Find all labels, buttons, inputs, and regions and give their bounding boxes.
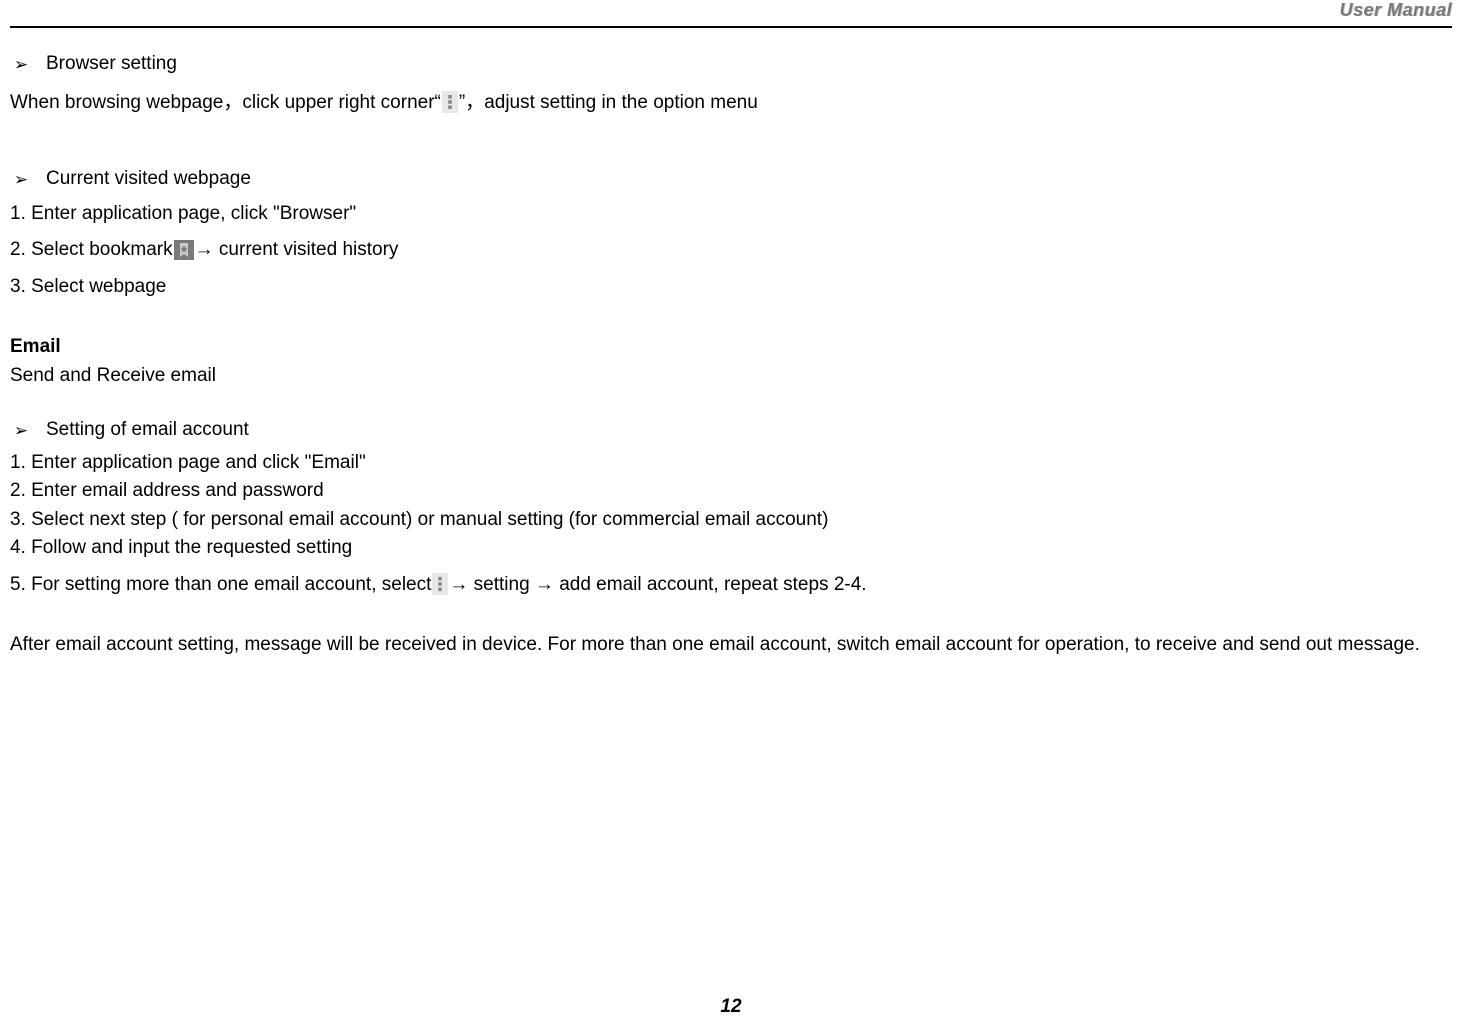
bookmark-star-icon bbox=[174, 236, 194, 265]
bullet-current-visited: ➢ Current visited webpage bbox=[10, 165, 1452, 194]
email-step-4: 4. Follow and input the requested settin… bbox=[10, 534, 1452, 563]
email-subtitle: Send and Receive email bbox=[10, 362, 1452, 391]
browser-setting-instruction: When browsing webpage，click upper right … bbox=[10, 89, 1452, 118]
chevron-right-icon: ➢ bbox=[12, 52, 30, 78]
bullet-text: Setting of email account bbox=[46, 416, 249, 445]
text-before: When browsing webpage，click upper right … bbox=[10, 89, 441, 118]
current-step-3: 3. Select webpage bbox=[10, 273, 1452, 302]
document-content: ➢ Browser setting When browsing webpage，… bbox=[10, 50, 1452, 660]
email-title: Email bbox=[10, 333, 1452, 362]
text-before: 2. Select bookmark bbox=[10, 236, 173, 265]
kebab-menu-icon bbox=[432, 571, 448, 600]
page-number: 12 bbox=[720, 996, 741, 1018]
bullet-setting-email: ➢ Setting of email account bbox=[10, 416, 1452, 445]
email-step-2: 2. Enter email address and password bbox=[10, 477, 1452, 506]
bullet-text: Browser setting bbox=[46, 50, 177, 79]
text-before: 5. For setting more than one email accou… bbox=[10, 571, 431, 600]
text-after: ”，adjust setting in the option menu bbox=[459, 89, 758, 118]
header-label: User Manual bbox=[1339, 0, 1452, 21]
bullet-text: Current visited webpage bbox=[46, 165, 251, 194]
current-step-2: 2. Select bookmark → current visited his… bbox=[10, 236, 1452, 265]
bullet-browser-setting: ➢ Browser setting bbox=[10, 50, 1452, 79]
email-step-5: 5. For setting more than one email accou… bbox=[10, 571, 1452, 600]
header-rule: User Manual bbox=[10, 0, 1452, 28]
text-after: → current visited history bbox=[195, 236, 399, 265]
email-after-paragraph: After email account setting, message wil… bbox=[10, 631, 1452, 660]
current-step-1: 1. Enter application page, click "Browse… bbox=[10, 200, 1452, 229]
chevron-right-icon: ➢ bbox=[12, 167, 30, 193]
text-after: → setting → add email account, repeat st… bbox=[449, 571, 866, 600]
chevron-right-icon: ➢ bbox=[12, 418, 30, 444]
kebab-menu-icon bbox=[442, 89, 458, 118]
email-step-3: 3. Select next step ( for personal email… bbox=[10, 506, 1452, 535]
email-step-1: 1. Enter application page and click "Ema… bbox=[10, 449, 1452, 478]
